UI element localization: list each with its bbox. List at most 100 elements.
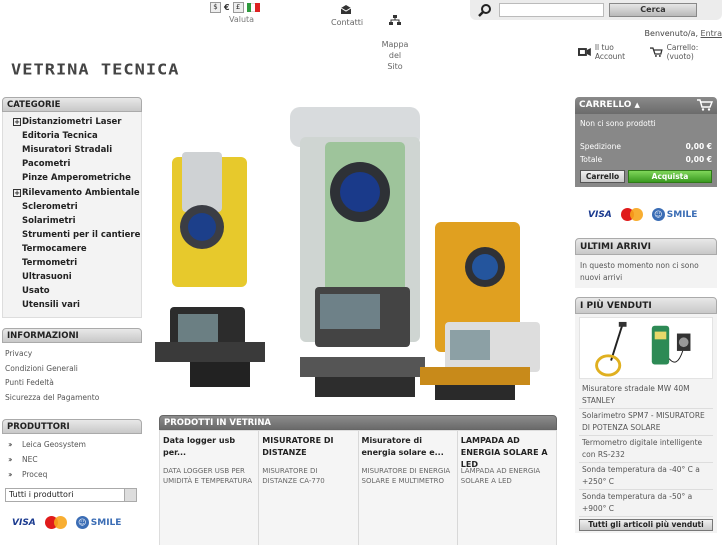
categories-panel: CATEGORIE + Distanziometri Laser Editoria … (2, 97, 142, 319)
cart-empty-text: Non ci sono prodotti (580, 119, 656, 128)
product-title[interactable]: MISURATORE DI DISTANZE (262, 435, 354, 465)
manufacturers-title: PRODUTTORI (2, 419, 142, 434)
featured-product-card[interactable]: Misuratore di energia solare e... MISURA… (359, 431, 458, 545)
category-item[interactable]: Misuratori Stradali (13, 143, 141, 157)
shipping-value: 0,00 € (685, 142, 712, 151)
category-item[interactable]: Usato (13, 284, 141, 298)
category-item[interactable]: Utensili vari (13, 298, 141, 312)
category-item[interactable]: Sclerometri (13, 200, 141, 214)
new-arrivals-title: ULTIMI ARRIVI (575, 238, 717, 255)
cart-shipping-row: Spedizione 0,00 € (580, 140, 712, 153)
cart-button[interactable]: Carrello (580, 170, 625, 183)
manufacturer-item[interactable]: ›› Leica Geosystem (8, 437, 142, 452)
shipping-label: Spedizione (580, 142, 621, 151)
checkout-button[interactable]: Acquista (628, 170, 712, 183)
category-item[interactable]: Solarimetri (13, 214, 141, 228)
shopping-cart-icon (649, 47, 663, 57)
info-title: INFORMAZIONI (2, 328, 142, 343)
category-item[interactable]: + Rilevamento Ambientale (13, 185, 141, 199)
manufacturer-item[interactable]: ›› NEC (8, 452, 142, 467)
manufacturer-label: NEC (22, 455, 38, 464)
currency-selector: $ € £ (210, 2, 260, 13)
site-logo[interactable]: VETRINA TECNICA (11, 61, 180, 79)
currency-euro-button[interactable]: € (224, 3, 230, 12)
cart-title: CARRELLO (579, 100, 632, 110)
featured-title: PRODOTTI IN VETRINA (159, 415, 557, 430)
expand-plus-icon[interactable]: + (13, 188, 21, 197)
info-link-loyalty[interactable]: Punti Fedeltà (5, 376, 142, 391)
currency-pound-button[interactable]: £ (232, 2, 244, 13)
best-seller-item[interactable]: Sonda temperatura da -40° C a +250° C (579, 463, 713, 490)
currency-label: Valuta (229, 15, 255, 24)
sitemap-icon (389, 15, 401, 25)
cart-link[interactable]: Carrello: (vuoto) (667, 43, 727, 61)
category-item[interactable]: + Distanziometri Laser (13, 115, 141, 129)
featured-product-card[interactable]: Data logger usb per... DATA LOGGER USB P… (160, 431, 260, 545)
best-sellers-body: Misuratore stradale MW 40M STANLEY Solar… (575, 314, 717, 533)
currency-dollar-button[interactable]: $ (210, 2, 221, 13)
search-button[interactable]: Cerca (609, 3, 697, 17)
featured-products-panel: PRODOTTI IN VETRINA Data logger usb per.… (159, 415, 557, 545)
login-link[interactable]: Entra (701, 29, 722, 38)
italian-flag-icon[interactable] (246, 3, 260, 12)
category-label: Rilevamento Ambientale (22, 187, 140, 198)
measuring-wheel-image[interactable] (584, 320, 642, 378)
arrow-icon: ›› (8, 470, 13, 479)
product-title[interactable]: Data logger usb per... (163, 435, 255, 465)
expand-plus-icon[interactable]: + (13, 118, 21, 127)
category-label: Strumenti per il cantiere (22, 229, 141, 240)
best-sellers-title: I PIÙ VENDUTI (575, 297, 717, 314)
best-seller-item[interactable]: Misuratore stradale MW 40M STANLEY (579, 382, 713, 409)
manufacturer-select[interactable]: Tutti i produttori (5, 488, 137, 502)
sitemap-link[interactable]: Mappa del Sito (375, 4, 415, 72)
category-item[interactable]: Pacometri (13, 157, 141, 171)
search-bar: Cerca (470, 0, 722, 20)
best-seller-item[interactable]: Solarimetro SPM7 - MISURATORE DI POTENZA… (579, 409, 713, 436)
categories-title: CATEGORIE (2, 97, 142, 112)
featured-product-card[interactable]: LAMPADA AD ENERGIA SOLARE A LED LAMPADA … (458, 431, 556, 545)
category-item[interactable]: Termocamere (13, 242, 141, 256)
smile-logo: ☺ SMILE (75, 516, 121, 529)
welcome-message: Benvenuto/a, Entra (645, 29, 722, 38)
category-item[interactable]: Editoria Tecnica (13, 129, 141, 143)
search-input[interactable] (499, 3, 604, 17)
contact-link[interactable]: Contatti (331, 4, 363, 28)
cart-body: Non ci sono prodotti Spedizione 0,00 € To… (575, 114, 717, 187)
manufacturer-item[interactable]: ›› Proceq (8, 467, 142, 482)
info-panel: INFORMAZIONI Privacy Condizioni Generali… (2, 328, 142, 406)
category-label: Pinze Amperometriche (22, 173, 131, 184)
all-best-sellers-button[interactable]: Tutti gli articoli più venduti (579, 519, 713, 531)
visa-logo: VISA (12, 517, 36, 528)
category-label: Ultrasuoni (22, 272, 72, 283)
info-link-privacy[interactable]: Privacy (5, 347, 142, 362)
product-title[interactable]: Misuratore di energia solare e... (362, 435, 454, 465)
smile-logo: ☺ SMILE (651, 208, 697, 221)
account-link[interactable]: Il tuo Account (595, 43, 646, 61)
best-seller-item[interactable]: Termometro digitale intelligente con RS-… (579, 436, 713, 463)
mastercard-logo (44, 516, 67, 529)
manufacturer-label: Proceq (22, 470, 48, 479)
category-item[interactable]: Termometri (13, 256, 141, 270)
category-item[interactable]: Pinze Amperometriche (13, 171, 141, 185)
solarimeter-image[interactable] (646, 320, 704, 378)
manufacturers-panel: PRODUTTORI ›› Leica Geosystem ›› NEC ›› Pro… (2, 419, 142, 509)
cart-header-icon (697, 99, 713, 111)
category-item[interactable]: Strumenti per il cantiere (13, 228, 141, 242)
featured-product-card[interactable]: MISURATORE DI DISTANZE MISURATORE DI DIS… (259, 431, 359, 545)
product-description: MISURATORE DI ENERGIA SOLARE E MULTIMETR… (361, 467, 451, 485)
category-label: Misuratori Stradali (22, 145, 113, 156)
best-seller-item[interactable]: Sonda temperatura da -50° a +900° C (579, 490, 713, 517)
featured-products-grid: Data logger usb per... DATA LOGGER USB P… (159, 430, 557, 545)
new-arrivals-text: In questo momento non ci sono nuovi arri… (575, 255, 717, 288)
category-label: Editoria Tecnica (22, 131, 98, 142)
info-link-payment-security[interactable]: Sicurezza del Pagamento (5, 391, 142, 406)
info-link-conditions[interactable]: Condizioni Generali (5, 362, 142, 377)
product-title[interactable]: LAMPADA AD ENERGIA SOLARE A LED (461, 435, 553, 469)
visa-logo: VISA (588, 209, 612, 220)
category-label: Utensili vari (22, 300, 80, 311)
category-item[interactable]: Ultrasuoni (13, 270, 141, 284)
cart-header[interactable]: CARRELLO ▲ (575, 97, 717, 114)
cart-total-row: Totale 0,00 € (580, 153, 712, 166)
category-label: Termocamere (22, 243, 87, 254)
sitemap-label: Mappa del Sito (381, 40, 409, 71)
